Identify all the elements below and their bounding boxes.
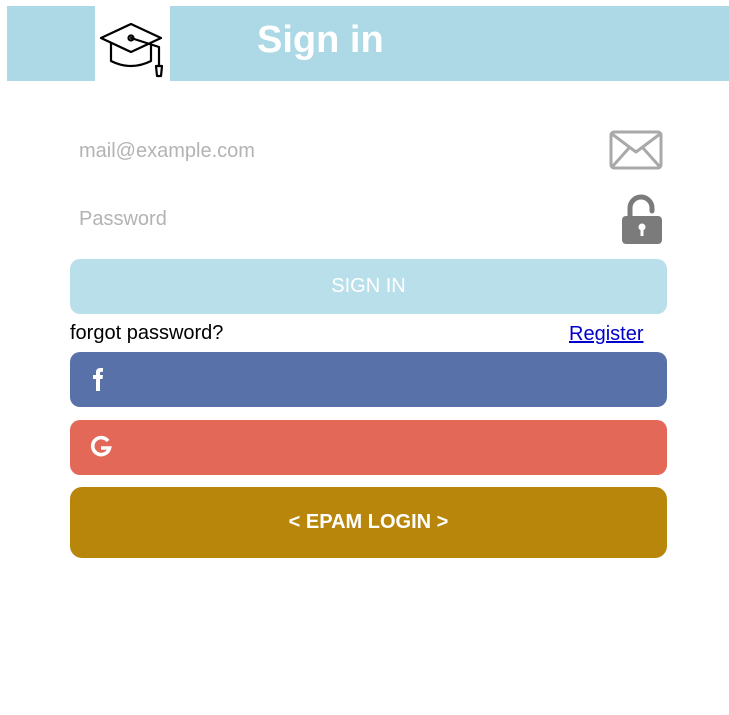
email-field-row — [70, 124, 667, 178]
sign-in-page: Sign in SIGN IN forgot password? Registe… — [0, 0, 729, 715]
google-login-button[interactable] — [70, 420, 667, 475]
register-link[interactable]: Register — [569, 322, 643, 346]
page-title: Sign in — [257, 19, 384, 61]
header-bar: Sign in — [7, 6, 729, 81]
unlocked-padlock-icon — [622, 194, 662, 244]
logo — [95, 6, 170, 81]
sign-in-button[interactable]: SIGN IN — [70, 259, 667, 314]
envelope-icon — [609, 130, 663, 170]
password-input[interactable] — [70, 192, 599, 246]
email-input[interactable] — [70, 124, 599, 178]
epam-login-button[interactable]: < EPAM LOGIN > — [70, 487, 667, 558]
graduation-cap-icon — [99, 22, 164, 78]
password-field-row — [70, 192, 667, 246]
google-icon — [90, 435, 112, 457]
facebook-icon — [93, 368, 103, 391]
facebook-login-button[interactable] — [70, 352, 667, 407]
forgot-password-link[interactable]: forgot password? — [70, 321, 223, 345]
